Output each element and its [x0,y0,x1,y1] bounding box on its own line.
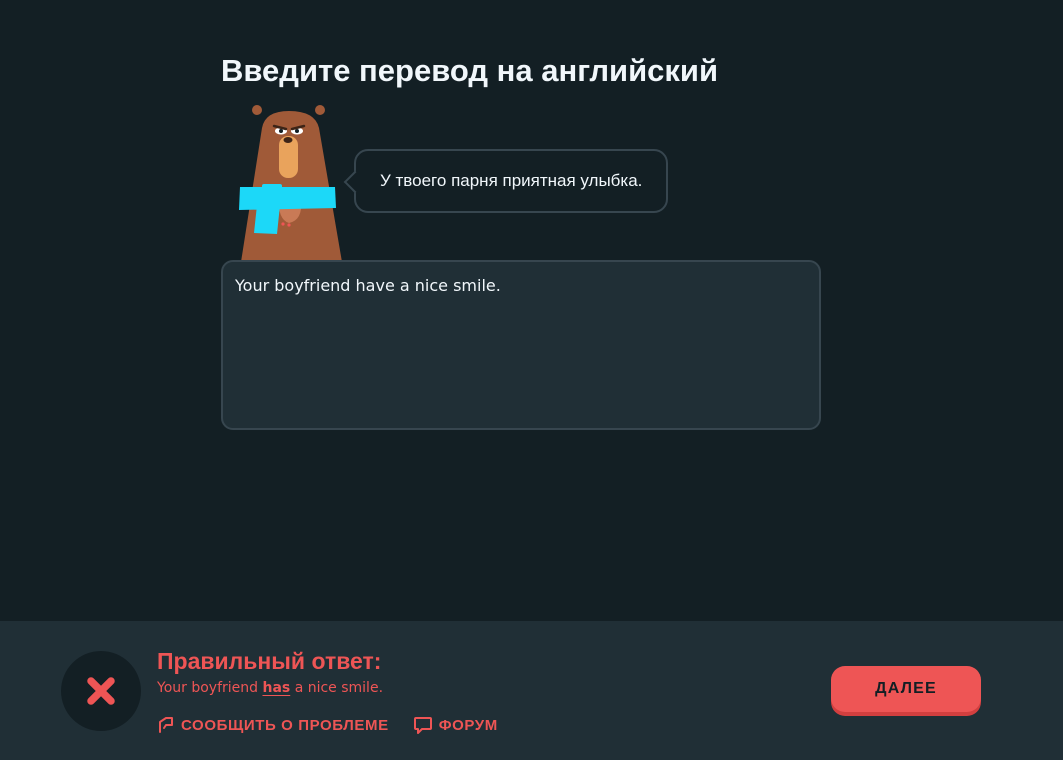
answer-textarea[interactable]: Your boyfriend have a nice smile. [221,260,821,430]
speech-bubble-icon [413,717,432,734]
feedback-title: Правильный ответ: [157,648,382,674]
bear-illustration [239,105,342,262]
prompt-speech-bubble: У твоего парня приятная улыбка. [343,149,669,213]
x-mark-icon [87,677,115,705]
challenge-title: Введите перевод на английский [221,53,719,88]
correct-answer-after: a nice smile. [294,680,384,696]
continue-button[interactable]: ДАЛЕЕ [831,666,981,712]
correct-answer: Your boyfriend has a nice smile. [157,679,383,697]
incorrect-badge [61,651,141,731]
correct-answer-before: Your boyfriend [157,680,259,696]
report-problem-label: СООБЩИТЬ О ПРОБЛЕМЕ [181,716,389,734]
bear-character [231,100,361,262]
feedback-footer: Правильный ответ: Your boyfriend has a n… [0,621,1063,760]
forum-link[interactable]: ФОРУМ [413,715,498,735]
footer-links: СООБЩИТЬ О ПРОБЛЕМЕ ФОРУМ [157,715,498,735]
correct-answer-highlight: has [262,680,291,696]
prompt-sentence: У твоего парня приятная улыбка. [380,171,643,190]
report-problem-link[interactable]: СООБЩИТЬ О ПРОБЛЕМЕ [157,716,389,734]
forum-label: ФОРУМ [438,716,498,734]
flag-icon [159,717,173,733]
